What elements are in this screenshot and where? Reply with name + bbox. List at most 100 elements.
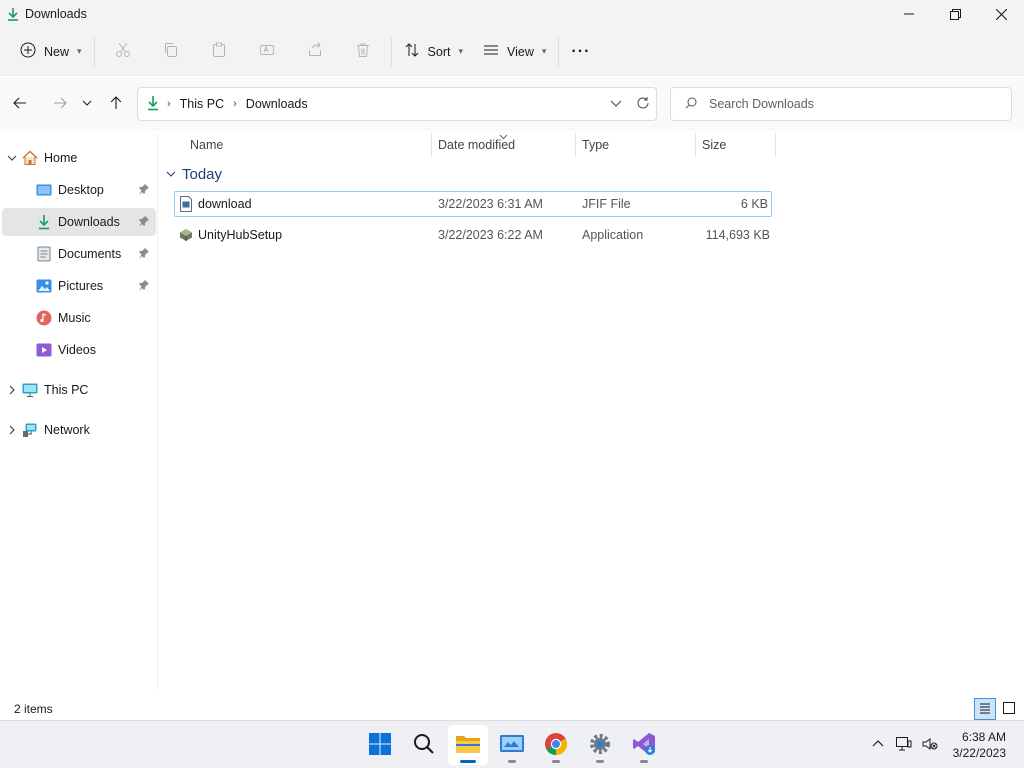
address-bar[interactable]: › This PC › Downloads bbox=[137, 87, 657, 121]
list-view-icon bbox=[483, 42, 499, 61]
column-header-size[interactable]: Size bbox=[702, 133, 726, 157]
volume-button[interactable] bbox=[917, 732, 943, 758]
image-file-icon bbox=[179, 192, 193, 216]
forward-button[interactable] bbox=[44, 88, 76, 120]
new-label: New bbox=[44, 44, 70, 59]
breadcrumb-downloads[interactable]: Downloads bbox=[246, 97, 308, 111]
share-icon bbox=[307, 42, 323, 61]
system-tray: 6:38 AM 3/22/2023 bbox=[865, 721, 1024, 768]
taskbar-visual-studio-installer[interactable] bbox=[624, 725, 664, 765]
column-divider[interactable] bbox=[575, 133, 576, 157]
navigation-pane: Home Desktop Downloads Documents Picture… bbox=[0, 133, 158, 690]
network-status-button[interactable] bbox=[891, 732, 917, 758]
file-row-unityhubsetup[interactable]: UnityHubSetup 3/22/2023 6:22 AM Applicat… bbox=[174, 223, 772, 249]
folder-icon bbox=[455, 733, 481, 758]
file-size: 6 KB bbox=[740, 197, 768, 211]
chevron-right-icon[interactable] bbox=[2, 385, 22, 395]
search-input[interactable]: Search Downloads bbox=[670, 87, 1012, 121]
file-list: Name Date modified Type Size Today downl… bbox=[160, 133, 1024, 690]
breadcrumb-separator-icon[interactable]: › bbox=[167, 98, 171, 110]
sidebar-item-music[interactable]: Music bbox=[2, 304, 156, 332]
minimize-button[interactable] bbox=[886, 0, 932, 28]
sort-button[interactable]: Sort ▾ bbox=[396, 36, 471, 68]
column-divider[interactable] bbox=[431, 133, 432, 157]
tiles-view-icon bbox=[1003, 701, 1015, 717]
more-options-button[interactable]: ··· bbox=[563, 36, 598, 68]
file-name[interactable]: UnityHubSetup bbox=[198, 223, 282, 247]
chevron-down-icon[interactable] bbox=[2, 153, 22, 163]
recent-locations-button[interactable] bbox=[76, 88, 98, 120]
chevron-up-icon bbox=[872, 738, 884, 753]
breadcrumb-separator-icon[interactable]: › bbox=[233, 98, 237, 110]
back-button[interactable] bbox=[4, 88, 36, 120]
column-divider[interactable] bbox=[775, 133, 776, 157]
taskbar-chrome[interactable] bbox=[536, 725, 576, 765]
file-type: JFIF File bbox=[582, 197, 631, 211]
taskbar-settings[interactable] bbox=[580, 725, 620, 765]
paste-button[interactable] bbox=[195, 36, 243, 68]
refresh-button[interactable] bbox=[636, 96, 650, 113]
delete-button[interactable] bbox=[339, 36, 387, 68]
up-button[interactable] bbox=[100, 88, 132, 120]
pin-icon[interactable] bbox=[138, 215, 150, 230]
group-header[interactable]: Today bbox=[166, 166, 222, 183]
restore-button[interactable] bbox=[932, 0, 978, 28]
running-indicator bbox=[640, 760, 648, 763]
sidebar-item-network[interactable]: Network bbox=[2, 416, 156, 444]
column-divider[interactable] bbox=[695, 133, 696, 157]
sidebar-item-label: Documents bbox=[58, 247, 122, 261]
taskbar-control-panel[interactable] bbox=[492, 725, 532, 765]
chevron-right-icon[interactable] bbox=[2, 425, 22, 435]
sidebar-item-label: Home bbox=[44, 151, 78, 165]
sidebar-item-pictures[interactable]: Pictures bbox=[2, 272, 156, 300]
column-header-type[interactable]: Type bbox=[582, 133, 609, 157]
column-header-name[interactable]: Name bbox=[190, 133, 223, 157]
sidebar-item-home[interactable]: Home bbox=[2, 144, 156, 172]
copy-icon bbox=[163, 42, 179, 61]
documents-icon bbox=[36, 246, 52, 262]
copy-button[interactable] bbox=[147, 36, 195, 68]
sidebar-item-label: Desktop bbox=[58, 183, 104, 197]
pin-icon[interactable] bbox=[138, 183, 150, 198]
sidebar-item-documents[interactable]: Documents bbox=[2, 240, 156, 268]
new-button[interactable]: New ▾ bbox=[12, 36, 90, 68]
close-button[interactable] bbox=[978, 0, 1024, 28]
pin-icon[interactable] bbox=[138, 247, 150, 262]
show-hidden-icons-button[interactable] bbox=[865, 732, 891, 758]
sidebar-item-label: Downloads bbox=[58, 215, 120, 229]
view-label: View bbox=[507, 44, 534, 59]
search-taskbar-button[interactable] bbox=[404, 725, 444, 765]
sort-label: Sort bbox=[427, 44, 451, 59]
file-date: 3/22/2023 6:31 AM bbox=[438, 197, 543, 211]
address-dropdown-button[interactable] bbox=[610, 97, 622, 112]
speaker-muted-icon bbox=[922, 737, 938, 754]
window-title: Downloads bbox=[25, 7, 87, 21]
sidebar-item-desktop[interactable]: Desktop bbox=[2, 176, 156, 204]
details-view-icon bbox=[979, 702, 991, 717]
file-name[interactable]: download bbox=[198, 192, 252, 216]
music-icon bbox=[36, 310, 52, 326]
sidebar-item-downloads[interactable]: Downloads bbox=[2, 208, 156, 236]
breadcrumb-this-pc[interactable]: This PC bbox=[180, 97, 224, 111]
file-type: Application bbox=[582, 228, 644, 242]
pin-icon[interactable] bbox=[138, 279, 150, 294]
taskbar-file-explorer[interactable] bbox=[448, 725, 488, 765]
details-view-button[interactable] bbox=[974, 698, 996, 720]
desktop-icon bbox=[36, 182, 52, 198]
title-bar: Downloads bbox=[0, 0, 1024, 28]
view-button[interactable]: View ▾ bbox=[475, 36, 554, 68]
rename-button[interactable] bbox=[243, 36, 291, 68]
clock[interactable]: 6:38 AM 3/22/2023 bbox=[943, 729, 1024, 761]
more-options-icon: ··· bbox=[571, 42, 591, 60]
sidebar-item-videos[interactable]: Videos bbox=[2, 336, 156, 364]
cut-button[interactable] bbox=[99, 36, 147, 68]
chevron-down-icon bbox=[82, 97, 92, 111]
videos-icon bbox=[36, 342, 52, 358]
sidebar-item-this-pc[interactable]: This PC bbox=[2, 376, 156, 404]
file-row-download[interactable]: download 3/22/2023 6:31 AM JFIF File 6 K… bbox=[174, 191, 772, 217]
clipboard-icon bbox=[211, 42, 227, 61]
tiles-view-button[interactable] bbox=[998, 698, 1020, 720]
share-button[interactable] bbox=[291, 36, 339, 68]
column-label: Name bbox=[190, 138, 224, 152]
start-button[interactable] bbox=[360, 725, 400, 765]
